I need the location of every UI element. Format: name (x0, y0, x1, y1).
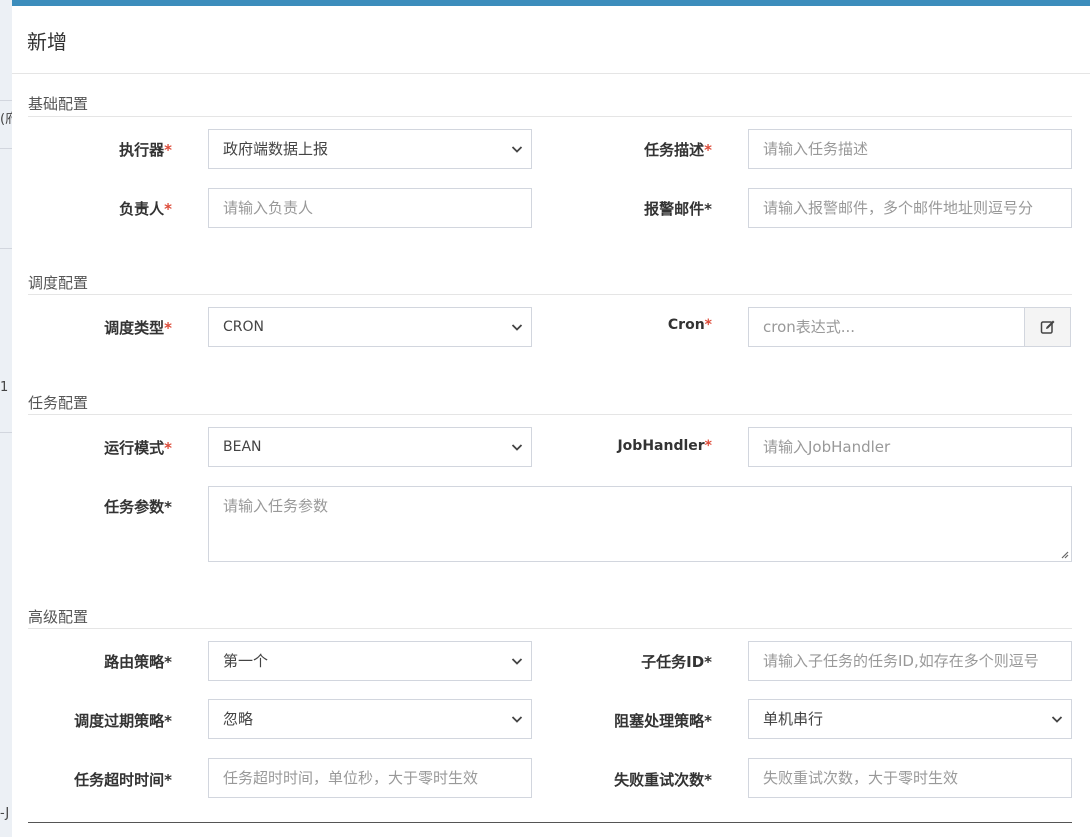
chevron-down-icon (511, 324, 523, 331)
schedule-type-label: 调度类型* (104, 319, 172, 337)
section-divider (28, 628, 1072, 629)
add-job-modal: 新增 基础配置 执行器* 政府端数据上报 任务描述* 请输入任务描述 负责人* … (12, 6, 1090, 837)
section-title-schedule: 调度配置 (28, 274, 89, 292)
background-divider (0, 432, 12, 433)
timeout-input[interactable]: 任务超时时间，单位秒，大于零时生效 (208, 758, 532, 798)
section-title-basic: 基础配置 (28, 95, 89, 113)
executor-label: 执行器* (119, 141, 172, 159)
author-input[interactable]: 请输入负责人 (208, 188, 532, 228)
background-divider (0, 148, 12, 149)
chevron-down-icon (511, 716, 523, 723)
child-job-id-label: 子任务ID* (641, 653, 712, 671)
route-strategy-label: 路由策略* (104, 653, 172, 671)
block-strategy-select[interactable]: 单机串行 (748, 699, 1072, 739)
background-divider (0, 248, 12, 249)
job-desc-label: 任务描述* (644, 141, 712, 159)
alarm-email-label: 报警邮件* (644, 200, 712, 218)
section-title-task: 任务配置 (28, 394, 89, 412)
job-handler-label: JobHandler* (617, 438, 712, 454)
chevron-down-icon (511, 444, 523, 451)
job-param-label: 任务参数* (104, 498, 172, 516)
misfire-strategy-label: 调度过期策略* (74, 712, 172, 730)
resize-grip-icon[interactable] (1059, 549, 1069, 559)
background-divider (0, 100, 12, 101)
author-label: 负责人* (119, 200, 172, 218)
modal-title: 新增 (27, 30, 67, 54)
fail-retry-input[interactable]: 失败重试次数，大于零时生效 (748, 758, 1072, 798)
chevron-down-icon (511, 658, 523, 665)
timeout-label: 任务超时时间* (74, 771, 172, 789)
chevron-down-icon (511, 146, 523, 153)
section-divider (28, 116, 1072, 117)
schedule-type-select[interactable]: CRON (208, 307, 532, 347)
job-handler-input[interactable]: 请输入JobHandler (748, 427, 1072, 467)
executor-select[interactable]: 政府端数据上报 (208, 129, 532, 169)
chevron-down-icon (1051, 716, 1063, 723)
modal-header: 新增 (12, 6, 1090, 74)
cron-input[interactable]: cron表达式... (748, 307, 1025, 347)
fail-retry-label: 失败重试次数* (614, 771, 712, 789)
section-title-advanced: 高级配置 (28, 608, 89, 626)
glue-type-label: 运行模式* (104, 439, 172, 457)
background-text: -J (0, 806, 10, 821)
misfire-strategy-select[interactable]: 忽略 (208, 699, 532, 739)
form-bottom-divider (28, 822, 1072, 823)
background-text: 1 (0, 380, 9, 395)
block-strategy-label: 阻塞处理策略* (614, 712, 712, 730)
child-job-id-input[interactable]: 请输入子任务的任务ID,如存在多个则逗号 (748, 641, 1072, 681)
edit-icon (1040, 320, 1055, 334)
cron-edit-button[interactable] (1024, 307, 1071, 347)
route-strategy-select[interactable]: 第一个 (208, 641, 532, 681)
job-param-textarea[interactable]: 请输入任务参数 (208, 486, 1072, 562)
section-divider (28, 294, 1072, 295)
background-text: (府 (0, 112, 12, 127)
glue-type-select[interactable]: BEAN (208, 427, 532, 467)
job-desc-input[interactable]: 请输入任务描述 (748, 129, 1072, 169)
section-divider (28, 414, 1072, 415)
alarm-email-input[interactable]: 请输入报警邮件，多个邮件地址则逗号分 (748, 188, 1072, 228)
cron-label: Cron* (667, 317, 712, 333)
